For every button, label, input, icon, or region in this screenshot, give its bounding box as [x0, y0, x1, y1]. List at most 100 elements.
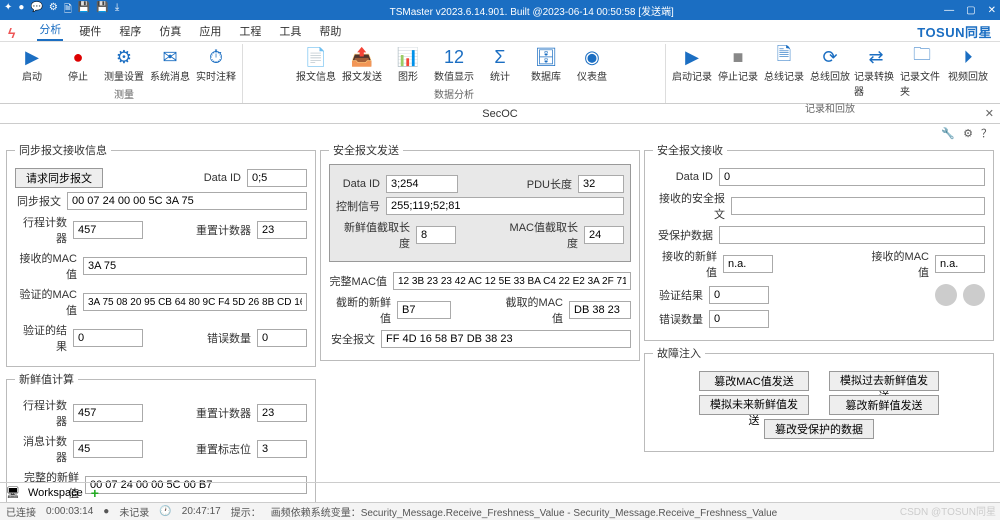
tb-icon-7[interactable]: 💾 — [96, 2, 108, 19]
fault-future-fresh-button[interactable]: 模拟未来新鲜值发送 — [699, 395, 809, 415]
ribbon-button[interactable]: 12数值显示 — [432, 44, 476, 85]
panel-close-icon[interactable]: ✕ — [985, 107, 994, 120]
status-led-1 — [935, 284, 957, 306]
ribbon-button[interactable]: 📤报文发送 — [340, 44, 384, 85]
tab-hardware[interactable]: 硬件 — [77, 21, 103, 41]
ribbon-label: 报文信息 — [296, 68, 336, 83]
send-ctrl-input[interactable] — [386, 197, 624, 215]
send-mac-len-input[interactable] — [584, 226, 624, 244]
label: 错误数量 — [201, 330, 251, 346]
workspace-icon[interactable]: 🖥 — [6, 486, 20, 499]
tb-icon-2[interactable]: ● — [18, 2, 24, 19]
ribbon-button[interactable]: Σ统计 — [478, 44, 522, 85]
tab-project[interactable]: 工程 — [237, 21, 263, 41]
tb-icon-3[interactable]: 💬 — [30, 2, 42, 19]
sync-data-id-input[interactable] — [247, 169, 307, 187]
ribbon-icon: ▶ — [25, 46, 39, 68]
recv-data-id-input[interactable] — [719, 168, 985, 186]
fresh-flag-input[interactable] — [257, 440, 307, 458]
sync-verify-mac-input[interactable] — [83, 293, 307, 311]
label: 验证的MAC值 — [15, 286, 77, 318]
tab-application[interactable]: 应用 — [197, 21, 223, 41]
sync-msg-input[interactable] — [67, 192, 307, 210]
close-icon[interactable]: ✕ — [988, 5, 996, 16]
minimize-icon[interactable]: — — [944, 5, 954, 16]
fresh-trip-input[interactable] — [73, 404, 143, 422]
tab-analysis[interactable]: 分析 — [37, 19, 63, 41]
ribbon-button[interactable]: 🗀记录文件夹 — [900, 44, 944, 100]
tool-help-icon[interactable]: ？ — [981, 125, 992, 141]
tb-icon-5[interactable]: 🗎 — [64, 2, 72, 19]
send-trunc-mac-input[interactable] — [569, 301, 631, 319]
ribbon-button[interactable]: ✉系统消息 — [148, 44, 192, 85]
tb-icon-1[interactable]: ✦ — [4, 2, 12, 19]
group-legend: 新鲜值计算 — [15, 371, 78, 387]
ribbon-button[interactable]: ◉仪表盘 — [570, 44, 614, 85]
send-data-id-input[interactable] — [386, 175, 458, 193]
fault-fresh-button[interactable]: 篡改新鲜值发送 — [829, 395, 939, 415]
tool-wrench-icon[interactable]: 🔧 — [941, 127, 955, 140]
recv-err-input[interactable] — [709, 310, 769, 328]
sync-reset-input[interactable] — [257, 221, 307, 239]
ribbon-icon: ■ — [733, 46, 744, 68]
label: 控制信号 — [336, 198, 380, 214]
panel-toolbar: 🔧 ⚙ ？ — [0, 124, 1000, 142]
fresh-reset-input[interactable] — [257, 404, 307, 422]
ribbon-button[interactable]: 🗎总线记录 — [762, 44, 806, 100]
sync-trip-input[interactable] — [73, 221, 143, 239]
recv-fresh-input[interactable] — [723, 255, 773, 273]
ribbon-button[interactable]: ⚙测量设置 — [102, 44, 146, 85]
recv-mac-input[interactable] — [935, 255, 985, 273]
ribbon-button[interactable]: 🗄数据库 — [524, 44, 568, 85]
fault-mac-button[interactable]: 篡改MAC值发送 — [699, 371, 809, 391]
send-trunc-fresh-input[interactable] — [397, 301, 451, 319]
ribbon-label: 停止 — [68, 68, 88, 83]
recv-prot-input[interactable] — [719, 226, 985, 244]
ribbon-button[interactable]: 📊图形 — [386, 44, 430, 85]
fault-past-fresh-button[interactable]: 模拟过去新鲜值发送 — [829, 371, 939, 391]
ribbon-label: 统计 — [490, 68, 510, 83]
send-full-mac-input[interactable] — [393, 272, 631, 290]
fresh-msg-input[interactable] — [73, 440, 143, 458]
request-sync-button[interactable]: 请求同步报文 — [15, 168, 103, 188]
sync-result-input[interactable] — [73, 329, 143, 347]
recv-result-input[interactable] — [709, 286, 769, 304]
ribbon-icon: ⇄ — [868, 46, 883, 68]
tab-tools[interactable]: 工具 — [277, 21, 303, 41]
fault-protected-button[interactable]: 篡改受保护的数据 — [764, 419, 874, 439]
tab-program[interactable]: 程序 — [117, 21, 143, 41]
tab-help[interactable]: 帮助 — [317, 21, 343, 41]
sync-err-input[interactable] — [257, 329, 307, 347]
ribbon-icon: 📊 — [397, 46, 419, 68]
ribbon-button[interactable]: ⏱实时注释 — [194, 44, 238, 85]
send-fresh-len-input[interactable] — [416, 226, 456, 244]
send-sec-msg-input[interactable] — [381, 330, 631, 348]
add-workspace-button[interactable]: + — [91, 485, 99, 501]
ribbon-button[interactable]: ●停止 — [56, 44, 100, 85]
ribbon-label: 报文发送 — [342, 68, 382, 83]
tb-icon-6[interactable]: 💾 — [78, 2, 90, 19]
ribbon-button[interactable]: ▶启动 — [10, 44, 54, 85]
label: 同步报文 — [15, 193, 61, 209]
status-connection: 已连接 — [6, 504, 36, 519]
ribbon-button[interactable]: 📄报文信息 — [294, 44, 338, 85]
group-legend: 安全报文发送 — [329, 142, 403, 158]
status-time: 20:47:17 — [182, 506, 221, 517]
ribbon-label: 启动记录 — [672, 68, 712, 83]
ribbon-button[interactable]: ■停止记录 — [716, 44, 760, 100]
workspace-tab[interactable]: Workspace — [28, 487, 83, 499]
ribbon-button[interactable]: ⟳总线回放 — [808, 44, 852, 100]
recv-sec-input[interactable] — [731, 197, 985, 215]
sync-recv-mac-input[interactable] — [83, 257, 307, 275]
send-pdu-len-input[interactable] — [578, 175, 624, 193]
tb-icon-4[interactable]: ⚙ — [49, 2, 58, 19]
label: 重置标志位 — [195, 441, 251, 457]
tool-gear-icon[interactable]: ⚙ — [963, 127, 973, 140]
ribbon-button[interactable]: ⏵视频回放 — [946, 44, 990, 100]
ribbon-label: 记录转换器 — [854, 68, 898, 98]
ribbon-button[interactable]: ▶启动记录 — [670, 44, 714, 100]
ribbon-button[interactable]: ⇄记录转换器 — [854, 44, 898, 100]
tab-simulation[interactable]: 仿真 — [157, 21, 183, 41]
title-bar: ✦ ● 💬 ⚙ 🗎 💾 💾 ⤓ TSMaster v2023.6.14.901.… — [0, 0, 1000, 20]
maximize-icon[interactable]: ▢ — [966, 5, 975, 16]
